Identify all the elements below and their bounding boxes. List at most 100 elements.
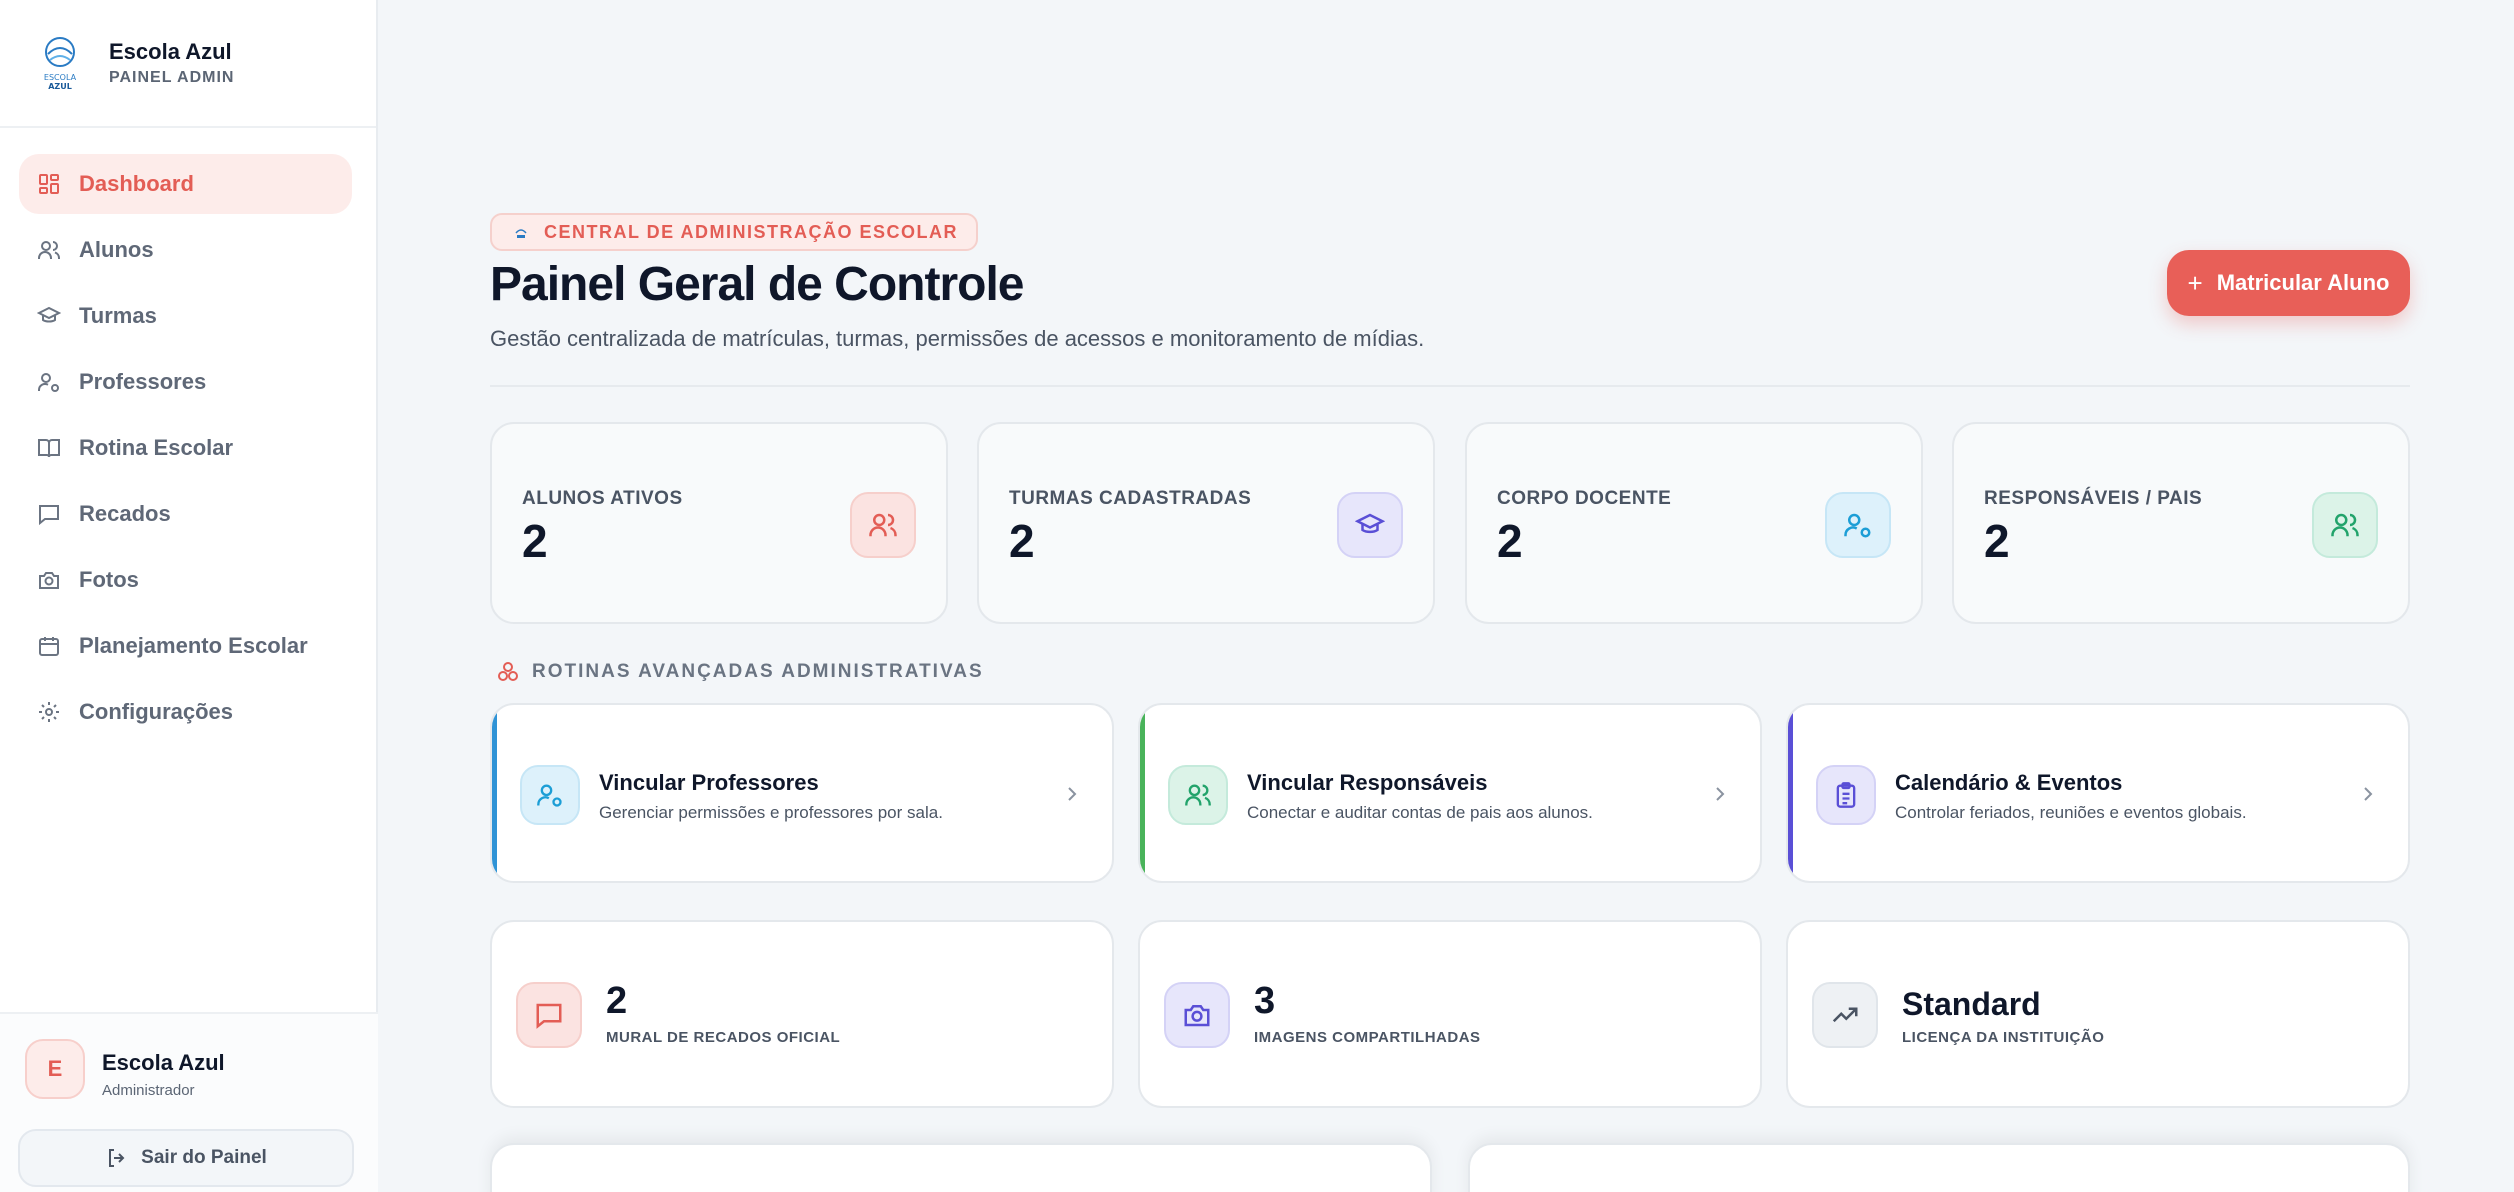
sidebar-item-configuracoes[interactable]: Configurações <box>19 682 352 742</box>
sidebar-item-alunos[interactable]: Alunos <box>19 220 352 280</box>
stat-label: CORPO DOCENTE <box>1497 488 1672 509</box>
chevron-right-icon <box>2364 787 2373 801</box>
stat-card-turmas: TURMAS CADASTRADAS 2 <box>977 422 1435 624</box>
brand-subtitle: PAINEL ADMIN <box>109 69 235 86</box>
message-square-icon <box>37 502 61 526</box>
sidebar-item-turmas[interactable]: Turmas <box>19 286 352 346</box>
link-title: Calendário & Eventos <box>1895 770 2123 795</box>
stat-value: 2 <box>1497 515 1523 567</box>
message-square-icon <box>516 982 582 1048</box>
logout-label: Sair do Painel <box>141 1147 267 1168</box>
svg-text:ESCOLA: ESCOLA <box>44 73 77 82</box>
calendar-icon <box>37 634 61 658</box>
stat-card-responsaveis: RESPONSÁVEIS / PAIS 2 <box>1952 422 2410 624</box>
info-card-recados: 2 MURAL DE RECADOS OFICIAL <box>490 920 1114 1108</box>
user-role: Administrador <box>102 1082 195 1099</box>
link-description: Controlar feriados, reuniões e eventos g… <box>1895 803 2247 822</box>
stat-label: ALUNOS ATIVOS <box>522 488 683 509</box>
link-card-vincular-professores[interactable]: Vincular Professores Gerenciar permissõe… <box>490 703 1114 883</box>
info-label: MURAL DE RECADOS OFICIAL <box>606 1029 841 1046</box>
sidebar: ESCOLA AZUL Escola Azul PAINEL ADMIN Das… <box>0 0 378 1192</box>
plus-icon: + <box>2187 267 2203 298</box>
graduation-cap-icon <box>37 304 61 328</box>
camera-icon <box>1164 982 1230 1048</box>
stat-value: 2 <box>522 515 548 567</box>
user-profile-panel: E Escola Azul Administrador Sair do Pain… <box>0 1012 378 1192</box>
svg-text:AZUL: AZUL <box>48 82 72 91</box>
sidebar-item-label: Configurações <box>79 699 234 724</box>
user-name: Escola Azul <box>102 1050 225 1075</box>
settings-icon <box>37 700 61 724</box>
trending-up-icon <box>1812 982 1878 1048</box>
stat-label: RESPONSÁVEIS / PAIS <box>1984 488 2203 509</box>
clipboard-list-icon <box>1816 765 1876 825</box>
boxes-icon <box>498 662 518 681</box>
info-card-licenca: Standard LICENÇA DA INSTITUIÇÃO <box>1786 920 2410 1108</box>
book-open-icon <box>37 436 61 460</box>
enroll-student-label: Matricular Aluno <box>2216 270 2390 295</box>
avatar[interactable]: E <box>25 1039 85 1099</box>
page-description: Gestão centralizada de matrículas, turma… <box>490 326 1425 351</box>
user-cog-icon <box>1825 492 1891 558</box>
info-label: LICENÇA DA INSTITUIÇÃO <box>1902 1029 2105 1046</box>
chevron-right-icon <box>1068 787 1077 801</box>
bottom-card-right <box>1468 1143 2410 1192</box>
page-title: Painel Geral de Controle <box>490 258 1024 311</box>
school-logo-icon: ESCOLA AZUL <box>36 34 84 92</box>
link-description: Conectar e auditar contas de pais aos al… <box>1247 803 1593 822</box>
accent-bar <box>492 705 497 881</box>
divider <box>490 385 2410 387</box>
info-card-imagens: 3 IMAGENS COMPARTILHADAS <box>1138 920 1762 1108</box>
sidebar-item-label: Recados <box>79 501 171 526</box>
users-icon <box>37 238 61 262</box>
sidebar-nav: Dashboard Alunos Turmas Professores Roti… <box>0 128 376 742</box>
link-description: Gerenciar permissões e professores por s… <box>599 803 943 822</box>
logout-icon <box>109 1149 125 1167</box>
stat-value: 2 <box>1009 515 1035 567</box>
user-cog-icon <box>37 370 61 394</box>
sidebar-item-planejamento-escolar[interactable]: Planejamento Escolar <box>19 616 352 676</box>
sidebar-item-professores[interactable]: Professores <box>19 352 352 412</box>
sidebar-item-label: Planejamento Escolar <box>79 633 308 658</box>
info-value: 2 <box>606 980 628 1022</box>
logout-button[interactable]: Sair do Painel <box>18 1129 354 1187</box>
stat-card-alunos: ALUNOS ATIVOS 2 <box>490 422 948 624</box>
stat-card-docentes: CORPO DOCENTE 2 <box>1465 422 1923 624</box>
camera-icon <box>37 568 61 592</box>
section-title: ROTINAS AVANÇADAS ADMINISTRATIVAS <box>496 660 984 684</box>
brand: ESCOLA AZUL Escola Azul PAINEL ADMIN <box>0 0 376 128</box>
sidebar-item-label: Rotina Escolar <box>79 435 234 460</box>
section-tag: CENTRAL DE ADMINISTRAÇÃO ESCOLAR <box>490 213 979 251</box>
sidebar-item-dashboard[interactable]: Dashboard <box>19 154 352 214</box>
sidebar-item-label: Fotos <box>79 567 139 592</box>
accent-bar <box>1140 705 1145 881</box>
link-title: Vincular Responsáveis <box>1247 770 1488 795</box>
users-icon <box>1168 765 1228 825</box>
info-value: Standard <box>1902 986 2041 1022</box>
sidebar-item-label: Alunos <box>79 237 154 262</box>
sidebar-item-fotos[interactable]: Fotos <box>19 550 352 610</box>
brand-name: Escola Azul <box>109 39 232 64</box>
info-value: 3 <box>1254 980 1276 1022</box>
sidebar-item-rotina-escolar[interactable]: Rotina Escolar <box>19 418 352 478</box>
school-logo-icon <box>515 229 527 238</box>
stat-label: TURMAS CADASTRADAS <box>1009 488 1252 509</box>
link-card-calendario-eventos[interactable]: Calendário & Eventos Controlar feriados,… <box>1786 703 2410 883</box>
accent-bar <box>1788 705 1793 881</box>
users-icon <box>850 492 916 558</box>
chevron-right-icon <box>1716 787 1725 801</box>
info-label: IMAGENS COMPARTILHADAS <box>1254 1029 1481 1046</box>
enroll-student-button[interactable]: + Matricular Aluno <box>2167 250 2410 316</box>
section-tag-label: CENTRAL DE ADMINISTRAÇÃO ESCOLAR <box>544 221 959 242</box>
user-cog-icon <box>520 765 580 825</box>
link-card-vincular-responsaveis[interactable]: Vincular Responsáveis Conectar e auditar… <box>1138 703 1762 883</box>
dashboard-icon <box>37 172 61 196</box>
graduation-cap-icon <box>1337 492 1403 558</box>
sidebar-item-label: Turmas <box>79 303 157 328</box>
sidebar-item-recados[interactable]: Recados <box>19 484 352 544</box>
section-title-label: ROTINAS AVANÇADAS ADMINISTRATIVAS <box>532 661 984 682</box>
bottom-card-left <box>490 1143 1432 1192</box>
sidebar-item-label: Dashboard <box>79 171 194 196</box>
sidebar-item-label: Professores <box>79 369 207 394</box>
stat-value: 2 <box>1984 515 2010 567</box>
